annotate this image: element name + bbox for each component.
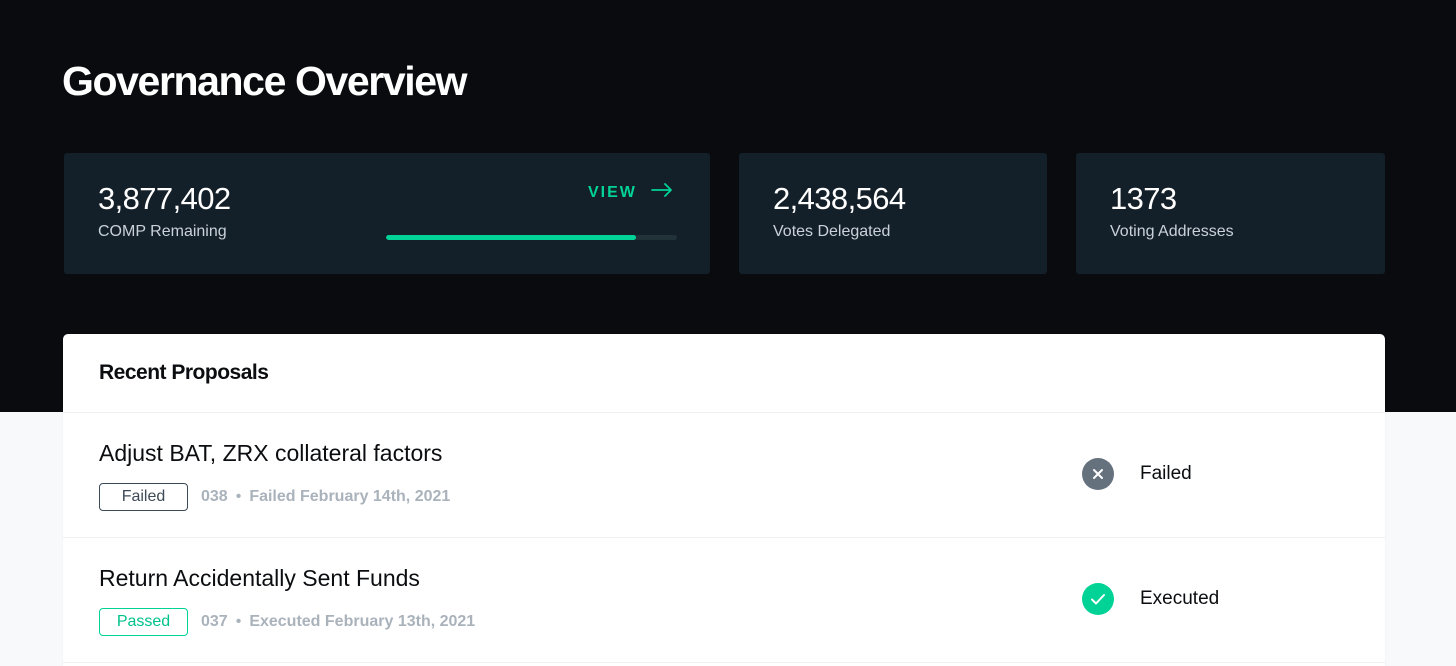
view-label: VIEW <box>588 183 637 201</box>
check-circle-icon <box>1082 583 1114 615</box>
proposal-date: Executed February 13th, 2021 <box>249 613 476 630</box>
votes-delegated-label: Votes Delegated <box>773 223 891 240</box>
proposal-meta: Passed 037 • Executed February 13th, 202… <box>99 608 475 636</box>
x-circle-icon <box>1082 458 1114 490</box>
proposal-state: Executed <box>1082 583 1219 615</box>
proposal-id: 037 <box>201 613 228 630</box>
meta-separator: • <box>235 488 242 505</box>
recent-proposals-panel: Recent Proposals Adjust BAT, ZRX collate… <box>63 334 1385 666</box>
stat-card-comp-remaining: 3,877,402 COMP Remaining VIEW <box>64 153 710 274</box>
arrow-right-icon <box>650 183 673 202</box>
stat-card-votes-delegated: 2,438,564 Votes Delegated <box>739 153 1047 274</box>
proposal-title: Adjust BAT, ZRX collateral factors <box>99 440 443 466</box>
panel-header: Recent Proposals <box>63 334 1385 413</box>
comp-progress-bar <box>386 235 677 240</box>
state-label: Executed <box>1140 588 1220 609</box>
meta-separator: • <box>235 613 242 630</box>
status-badge: Failed <box>99 483 188 511</box>
voting-addresses-label: Voting Addresses <box>1110 223 1234 240</box>
status-badge: Passed <box>99 608 188 636</box>
proposal-date: Failed February 14th, 2021 <box>249 488 451 505</box>
comp-remaining-label: COMP Remaining <box>98 223 227 240</box>
stat-card-voting-addresses: 1373 Voting Addresses <box>1076 153 1385 274</box>
state-label: Failed <box>1140 463 1192 484</box>
votes-delegated-value: 2,438,564 <box>773 181 906 216</box>
proposal-id: 038 <box>201 488 228 505</box>
voting-addresses-value: 1373 <box>1110 181 1177 216</box>
proposal-meta: Failed 038 • Failed February 14th, 2021 <box>99 483 450 511</box>
panel-title: Recent Proposals <box>99 361 269 384</box>
proposal-title: Return Accidentally Sent Funds <box>99 565 420 591</box>
proposal-state: Failed <box>1082 458 1192 490</box>
proposal-row[interactable]: Adjust BAT, ZRX collateral factors Faile… <box>63 413 1385 538</box>
page-title: Governance Overview <box>62 58 468 104</box>
comp-progress-fill <box>386 235 637 240</box>
view-button[interactable]: VIEW <box>588 183 673 202</box>
proposal-row[interactable]: Return Accidentally Sent Funds Passed 03… <box>63 538 1385 663</box>
comp-remaining-value: 3,877,402 <box>98 181 231 216</box>
